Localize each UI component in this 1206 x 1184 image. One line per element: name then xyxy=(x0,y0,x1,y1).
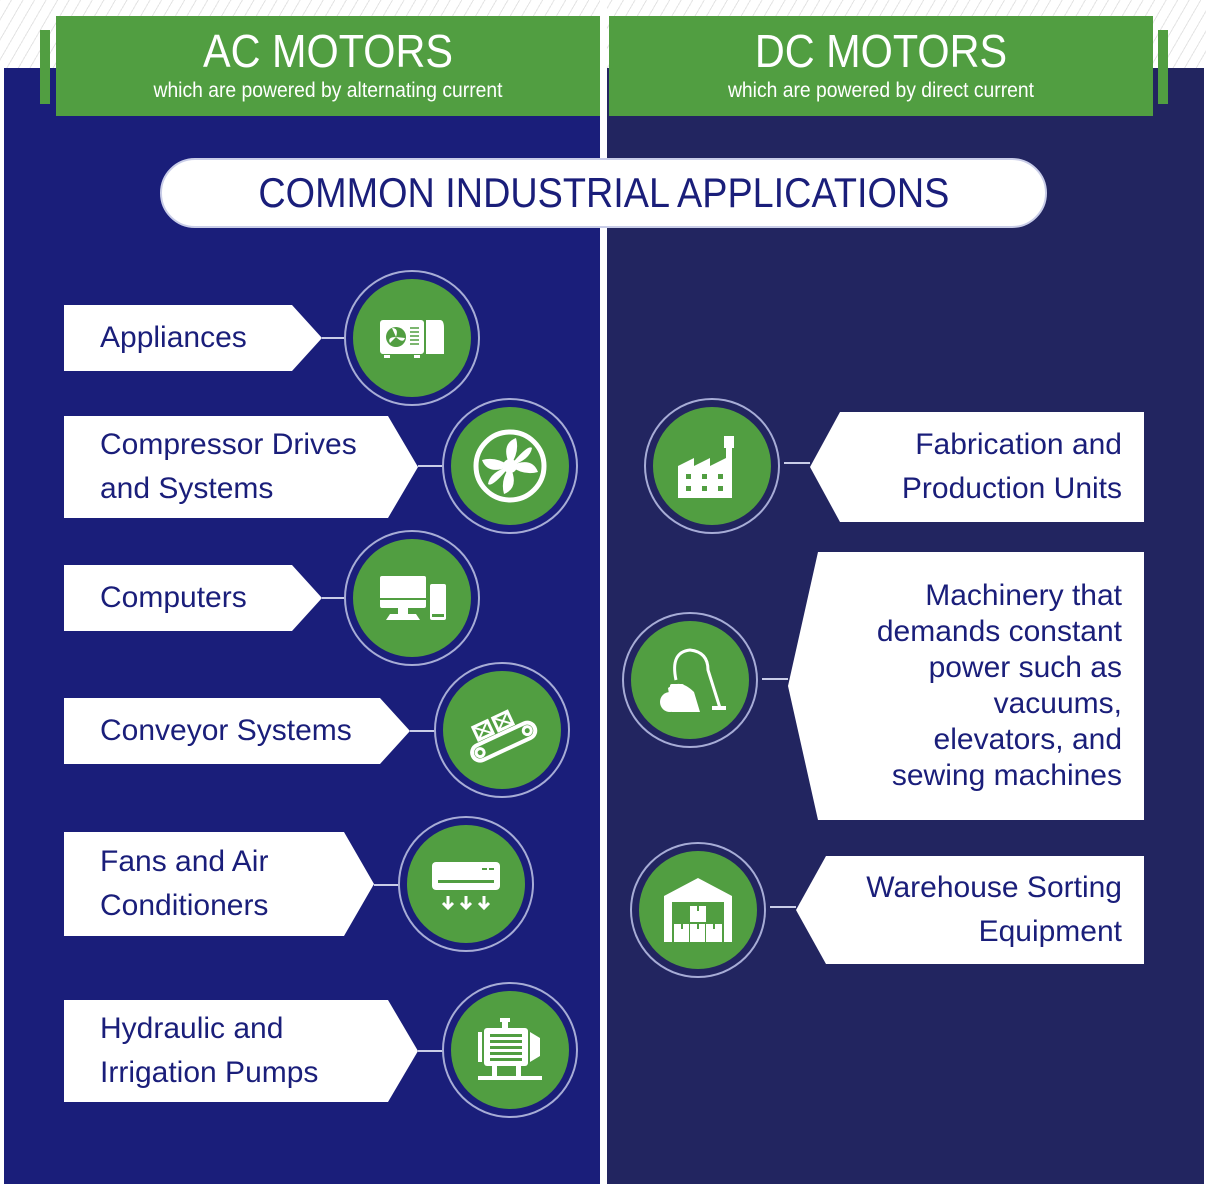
ac-tab-edge xyxy=(40,30,50,104)
vacuum-icon xyxy=(624,614,756,746)
ac-item-label: Appliances xyxy=(64,305,322,371)
ac-motors-title: AC MOTORS xyxy=(203,25,453,77)
dc-motors-header: DC MOTORS which are powered by direct cu… xyxy=(609,16,1153,116)
ac-item-label: Hydraulic and Irrigation Pumps xyxy=(64,1000,418,1102)
compressor-fan-icon xyxy=(444,400,576,532)
dc-motors-subtitle: which are powered by direct current xyxy=(727,79,1035,102)
factory-icon xyxy=(646,400,778,532)
dc-item-label: Fabrication and Production Units xyxy=(810,412,1144,522)
ac-item-label: Fans and Air Conditioners xyxy=(64,832,374,936)
ac-motors-header: AC MOTORS which are powered by alternati… xyxy=(56,16,600,116)
section-title: COMMON INDUSTRIAL APPLICATIONS xyxy=(257,169,950,216)
computer-icon xyxy=(346,532,478,664)
conveyor-icon xyxy=(436,664,568,796)
ac-motors-subtitle: which are powered by alternating current xyxy=(153,79,503,102)
appliance-icon xyxy=(346,272,478,404)
dc-tab-edge xyxy=(1158,30,1168,104)
air-conditioner-icon xyxy=(400,818,532,950)
dc-motors-title: DC MOTORS xyxy=(754,25,1008,77)
ac-item-label: Compressor Drives and Systems xyxy=(64,416,418,518)
dc-item-label: Warehouse Sorting Equipment xyxy=(796,856,1144,964)
section-title-pill: COMMON INDUSTRIAL APPLICATIONS xyxy=(160,158,1047,228)
warehouse-icon xyxy=(632,844,764,976)
dc-item-label: Machinery that demands constant power su… xyxy=(788,552,1144,820)
pump-motor-icon xyxy=(444,984,576,1116)
ac-item-label: Computers xyxy=(64,565,322,631)
ac-item-label: Conveyor Systems xyxy=(64,698,410,764)
